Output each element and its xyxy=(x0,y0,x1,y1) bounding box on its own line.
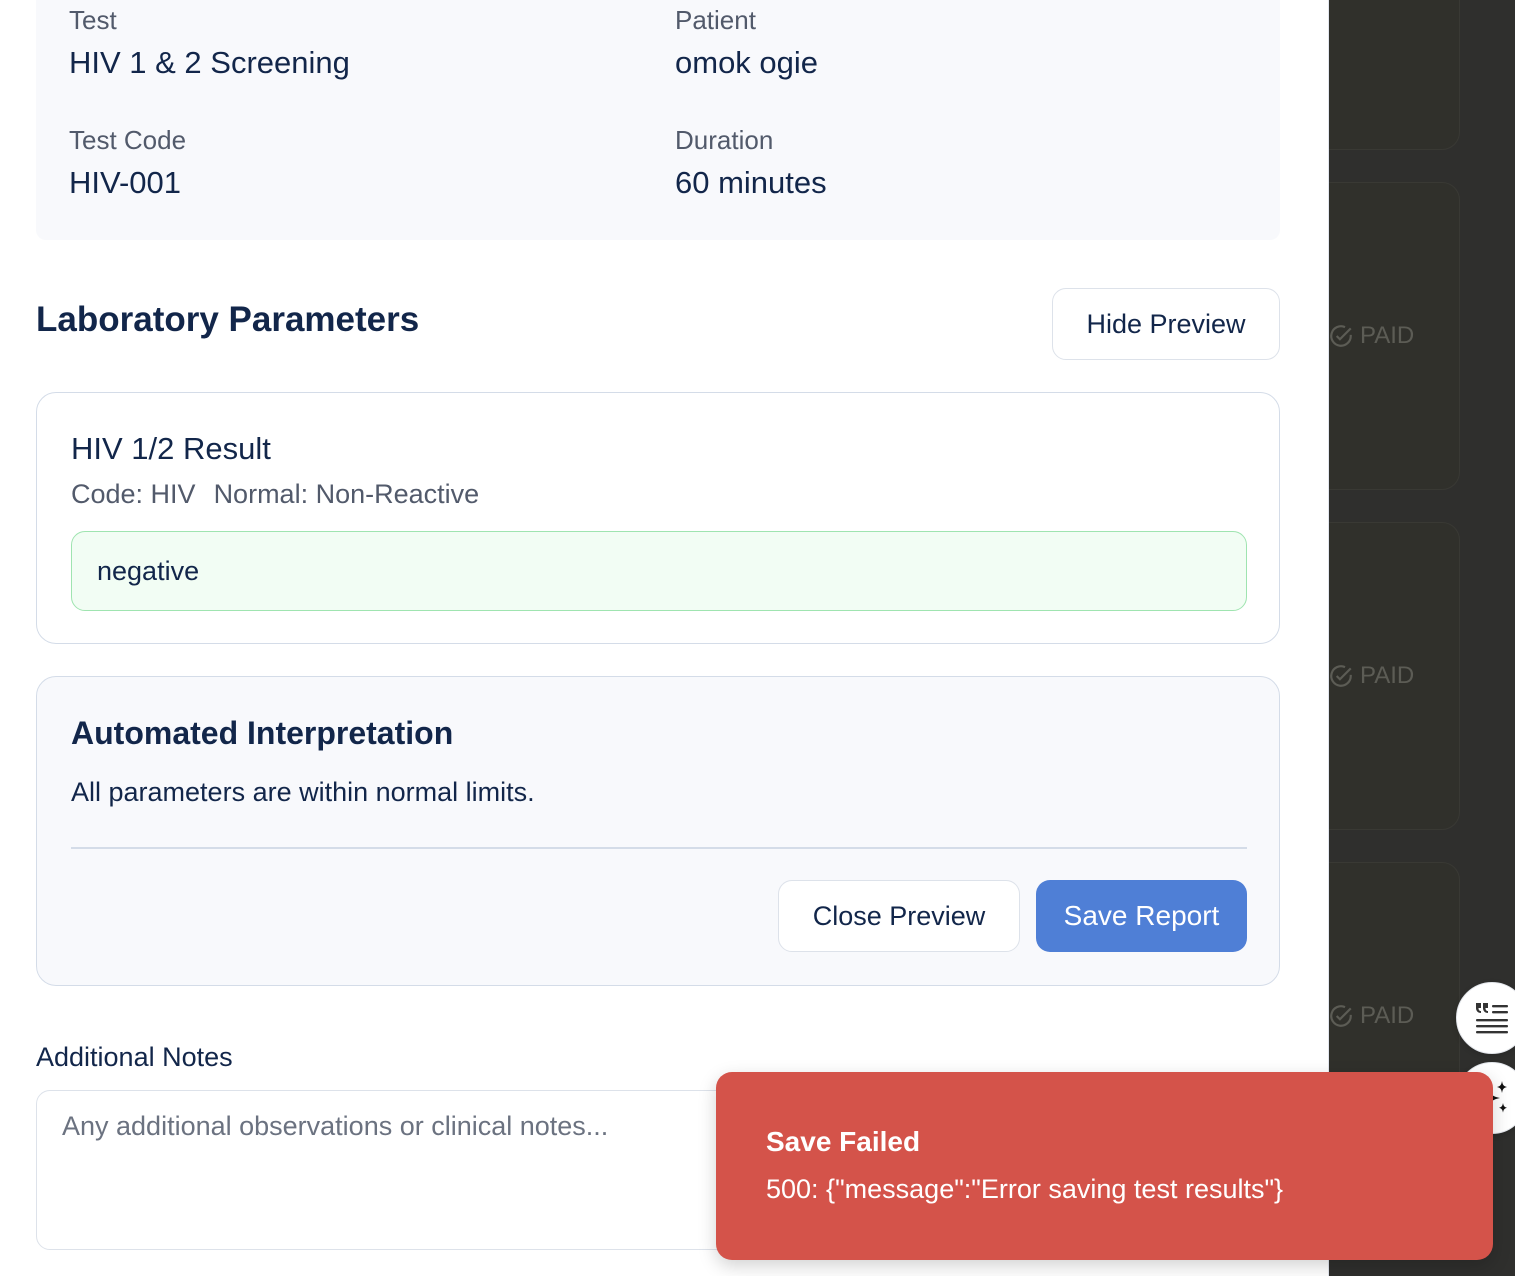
test-code: HIV-001 xyxy=(69,165,182,200)
background-card xyxy=(1310,0,1460,150)
patient-name: omok ogie xyxy=(675,45,819,80)
interpretation-card: Automated Interpretation All parameters … xyxy=(36,676,1280,986)
toast-message: 500: {"message":"Error saving test resul… xyxy=(766,1174,1284,1204)
parameter-card: HIV 1/2 Result Code: HIV Normal: Non-Rea… xyxy=(36,392,1280,644)
paid-label: PAID xyxy=(1360,662,1415,689)
close-preview-button[interactable]: Close Preview xyxy=(778,880,1020,952)
duration-label: Duration xyxy=(675,125,774,155)
check-circle-icon xyxy=(1330,325,1352,347)
parameter-normal-range: Normal: Non-Reactive xyxy=(213,479,480,509)
test-name: HIV 1 & 2 Screening xyxy=(69,45,350,80)
parameter-code: Code: HIV xyxy=(71,479,196,509)
quote-list-icon xyxy=(1476,1003,1508,1034)
patient-label: Patient xyxy=(675,5,756,35)
hide-preview-button[interactable]: Hide Preview xyxy=(1052,288,1280,360)
test-info-box: Test HIV 1 & 2 Screening Patient omok og… xyxy=(36,0,1280,240)
test-code-label: Test Code xyxy=(69,125,187,155)
divider xyxy=(71,847,1247,849)
interpretation-text: All parameters are within normal limits. xyxy=(71,777,535,807)
page: PAID PAID PAID Test HIV 1 & 2 Screening … xyxy=(0,0,1515,1276)
parameter-value-input[interactable] xyxy=(71,531,1247,611)
check-circle-icon xyxy=(1330,665,1352,687)
save-report-button[interactable]: Save Report xyxy=(1036,880,1247,952)
paid-badge: PAID xyxy=(1328,321,1414,351)
paid-badge: PAID xyxy=(1328,1001,1414,1031)
section-title: Laboratory Parameters xyxy=(36,300,420,339)
notes-label: Additional Notes xyxy=(36,1042,233,1072)
paid-badge: PAID xyxy=(1328,661,1414,691)
paid-label: PAID xyxy=(1360,322,1415,349)
error-toast: Save Failed 500: {"message":"Error savin… xyxy=(716,1072,1493,1260)
interpretation-title: Automated Interpretation xyxy=(71,715,454,751)
parameter-name: HIV 1/2 Result xyxy=(71,431,271,466)
test-label: Test xyxy=(69,5,117,35)
duration-value: 60 minutes xyxy=(675,165,827,200)
toast-title: Save Failed xyxy=(766,1126,921,1157)
paid-label: PAID xyxy=(1360,1002,1415,1029)
parameter-meta: Code: HIV Normal: Non-Reactive xyxy=(71,479,479,510)
check-circle-icon xyxy=(1330,1005,1352,1027)
